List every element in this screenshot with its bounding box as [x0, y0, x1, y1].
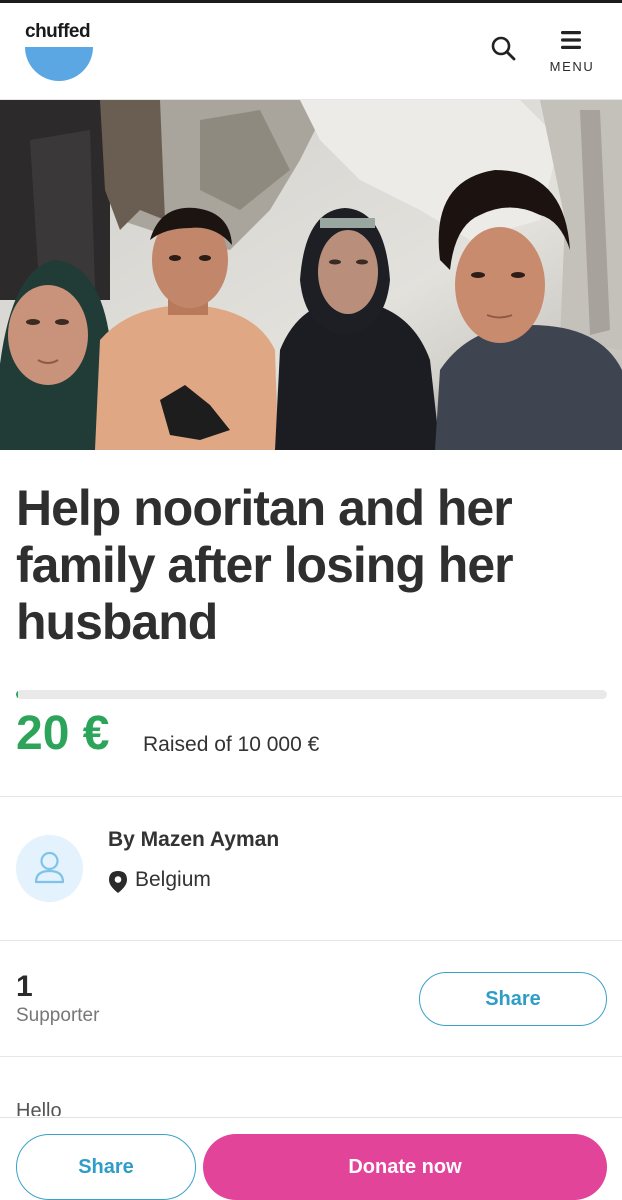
sticky-action-bar: Share Donate now: [0, 1117, 622, 1200]
logo-text: chuffed: [25, 21, 91, 42]
organiser-name[interactable]: By Mazen Ayman: [108, 828, 279, 852]
story-text-partial: Hello: [16, 1100, 62, 1116]
search-button[interactable]: [488, 33, 520, 65]
user-icon: [34, 851, 65, 884]
menu-button[interactable]: MENU: [540, 29, 604, 79]
divider: [0, 940, 622, 941]
progress-fill: [16, 690, 18, 699]
location-text: Belgium: [135, 868, 211, 891]
raised-amount: 20 €: [16, 707, 110, 760]
menu-label: MENU: [549, 59, 595, 74]
donate-now-button[interactable]: Donate now: [203, 1134, 607, 1200]
organiser-avatar: [16, 835, 83, 902]
campaign-hero-image: [0, 100, 622, 450]
campaign-title: Help nooritan and her family after losin…: [16, 480, 514, 650]
raised-goal-label: Raised of 10 000 €: [143, 733, 320, 756]
site-header: chuffed MENU: [0, 3, 622, 100]
map-pin-icon: [109, 871, 127, 893]
chuffed-logo[interactable]: chuffed: [24, 21, 94, 81]
hamburger-menu-icon: [561, 31, 581, 49]
fundraising-progress-bar: [16, 690, 607, 699]
share-button[interactable]: Share: [419, 972, 607, 1026]
supporter-count: 1: [16, 970, 33, 1003]
divider: [0, 1056, 622, 1057]
hero-photo: [0, 100, 622, 450]
footer-share-button[interactable]: Share: [16, 1134, 196, 1200]
logo-bowl-shape: [25, 47, 93, 81]
divider: [0, 796, 622, 797]
supporter-label: Supporter: [16, 1005, 100, 1026]
search-icon: [491, 36, 516, 61]
